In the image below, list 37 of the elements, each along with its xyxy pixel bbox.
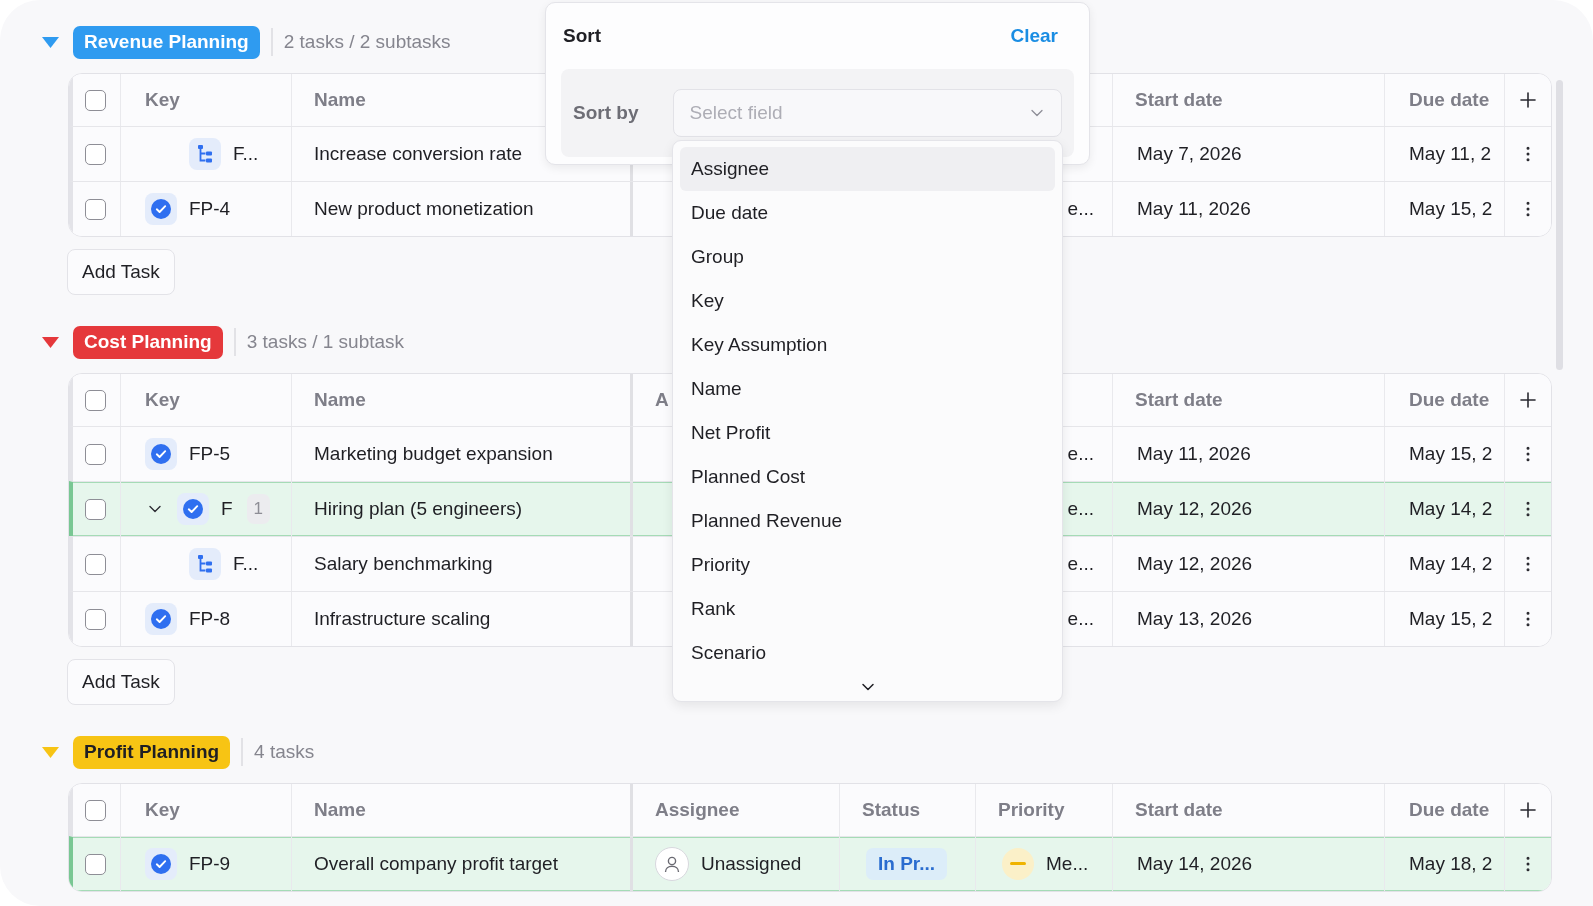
- due-date: May 18, 2: [1409, 853, 1493, 875]
- subtask-count: 1: [246, 494, 271, 524]
- group-tag: Profit Planning: [73, 735, 231, 769]
- start-date: May 11, 2026: [1137, 198, 1251, 220]
- due-date: May 15, 2: [1409, 198, 1493, 220]
- priority-label: e...: [1067, 608, 1094, 630]
- start-date: May 13, 2026: [1137, 608, 1253, 630]
- due-date: May 14, 2: [1409, 498, 1493, 520]
- task-name: Salary benchmarking: [314, 553, 493, 575]
- priority-label: e...: [1067, 498, 1094, 520]
- due-date: May 15, 2: [1409, 443, 1493, 465]
- sort-by-label: Sort by: [573, 102, 640, 124]
- task-name: Increase conversion rate: [314, 143, 523, 165]
- sort-title: Sort: [563, 25, 601, 47]
- group-tag: Cost Planning: [73, 325, 223, 359]
- start-date: May 11, 2026: [1137, 443, 1251, 465]
- start-date: May 12, 2026: [1137, 553, 1253, 575]
- priority-label: e...: [1067, 443, 1094, 465]
- group-summary: 4 tasks: [254, 741, 315, 763]
- priority-label: Me...: [1046, 853, 1089, 875]
- task-name: New product monetization: [314, 198, 534, 220]
- due-date: May 11, 2: [1409, 143, 1492, 165]
- due-date: May 15, 2: [1409, 608, 1493, 630]
- group-summary: 3 tasks / 1 subtask: [246, 331, 405, 353]
- task-name: Hiring plan (5 engineers): [314, 498, 523, 520]
- start-date: May 12, 2026: [1137, 498, 1253, 520]
- start-date: May 7, 2026: [1137, 143, 1242, 165]
- priority-label: e...: [1067, 198, 1094, 220]
- due-date: May 14, 2: [1409, 553, 1493, 575]
- task-name: Infrastructure scaling: [314, 608, 491, 630]
- task-name: Overall company profit target: [314, 853, 558, 875]
- group-tag: Revenue Planning: [73, 25, 260, 59]
- start-date: May 14, 2026: [1137, 853, 1253, 875]
- task-name: Marketing budget expansion: [314, 443, 553, 465]
- priority-label: e...: [1067, 553, 1094, 575]
- assignee-name: Unassigned: [701, 853, 802, 875]
- group-summary: 2 tasks / 2 subtasks: [283, 31, 451, 53]
